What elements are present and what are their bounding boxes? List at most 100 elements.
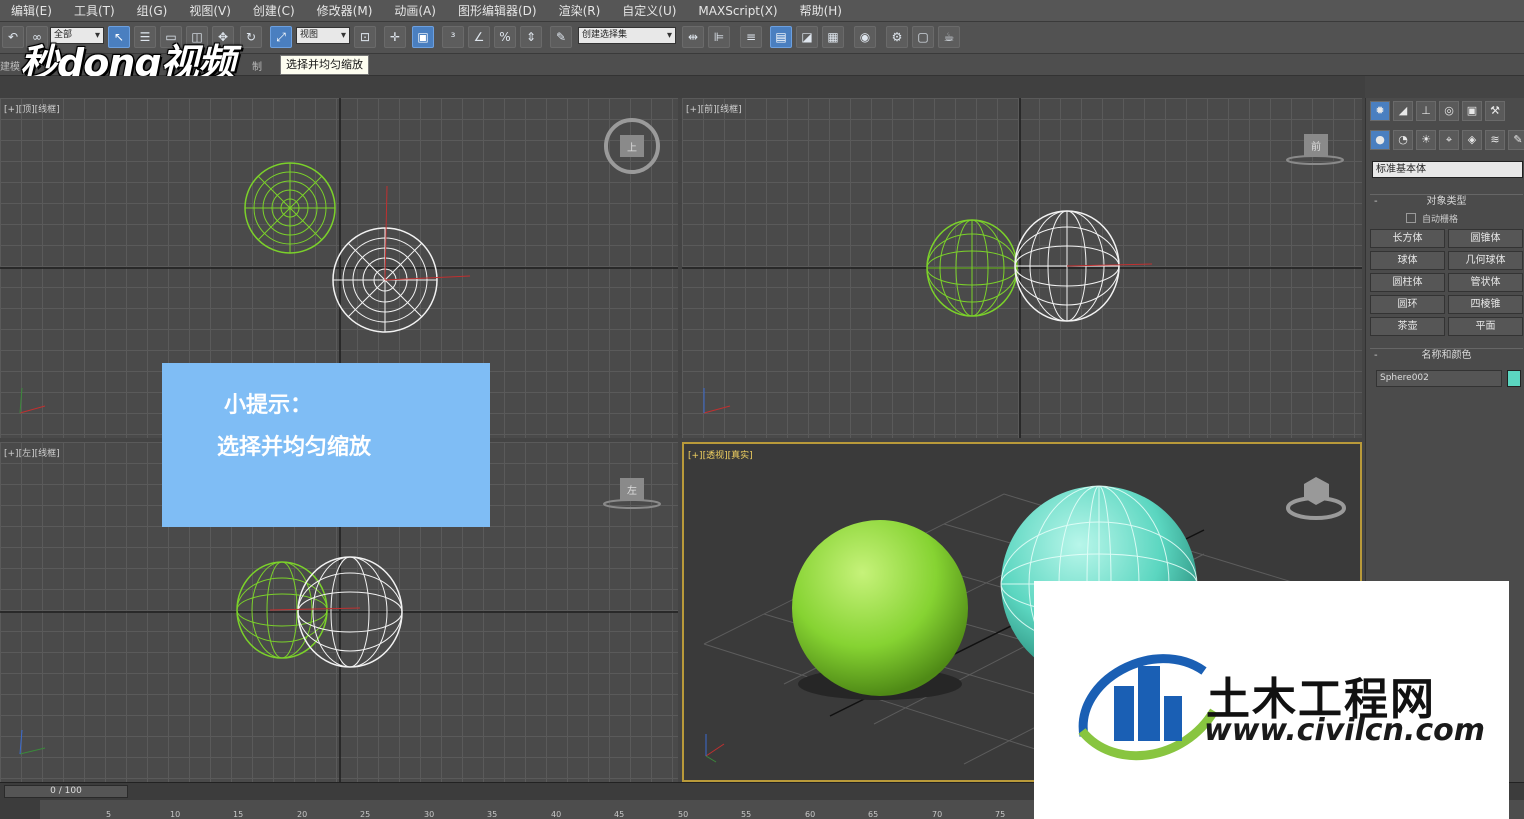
tick-label: 60 <box>805 810 816 819</box>
teapot-button[interactable]: 茶壶 <box>1370 317 1445 336</box>
graphite-tools-icon[interactable]: ▤ <box>770 26 792 48</box>
tick-label: 45 <box>614 810 625 819</box>
rendered-frame-icon[interactable]: ▢ <box>912 26 934 48</box>
viewcube-perspective[interactable] <box>1286 477 1346 520</box>
spacewarps-icon[interactable]: ≋ <box>1485 130 1505 150</box>
shapes-icon[interactable]: ◔ <box>1393 130 1413 150</box>
spinner-snap-icon[interactable]: ⇕ <box>520 26 542 48</box>
geosphere-button[interactable]: 几何球体 <box>1448 251 1523 270</box>
modify-tab-icon[interactable]: ◢ <box>1393 101 1413 121</box>
mirror-icon[interactable]: ⇹ <box>682 26 704 48</box>
sphere-button[interactable]: 球体 <box>1370 251 1445 270</box>
curve-editor-icon[interactable]: ◪ <box>796 26 818 48</box>
green-sphere-perspective[interactable] <box>792 520 968 696</box>
menu-maxscript[interactable]: MAXScript(X) <box>687 4 788 18</box>
axis-tripod-left <box>19 729 46 755</box>
green-sphere-front[interactable] <box>926 219 1018 317</box>
geometry-icon[interactable]: ● <box>1370 130 1390 150</box>
viewcube-top[interactable]: 上 <box>604 118 660 174</box>
menu-edit[interactable]: 编辑(E) <box>0 2 63 19</box>
tip-text: 选择并均匀缩放 <box>217 435 372 460</box>
edit-named-sel-icon[interactable]: ✎ <box>550 26 572 48</box>
systems-icon[interactable]: ✎ <box>1508 130 1524 150</box>
snaps-toggle-icon[interactable]: ³ <box>442 26 464 48</box>
menu-rendering[interactable]: 渲染(R) <box>548 2 612 19</box>
primitive-category-dropdown[interactable]: 标准基本体 <box>1372 161 1523 178</box>
menu-create[interactable]: 创建(C) <box>242 2 306 19</box>
align-icon[interactable]: ⊫ <box>708 26 730 48</box>
named-selection-dropdown[interactable]: 创建选择集 <box>578 27 676 44</box>
name-color-rollout-header[interactable]: 名称和颜色 <box>1370 348 1523 363</box>
lights-icon[interactable]: ☀ <box>1416 130 1436 150</box>
layer-manager-icon[interactable]: ≡ <box>740 26 762 48</box>
create-tab-icon[interactable]: ✹ <box>1370 101 1390 121</box>
torus-button[interactable]: 圆环 <box>1370 295 1445 314</box>
tube-button[interactable]: 管状体 <box>1448 273 1523 292</box>
ribbon-modeling-tab[interactable]: 建模 <box>0 58 20 73</box>
cylinder-button[interactable]: 圆柱体 <box>1370 273 1445 292</box>
green-sphere-top[interactable] <box>244 162 336 254</box>
schematic-view-icon[interactable]: ▦ <box>822 26 844 48</box>
select-rotate-icon[interactable]: ↻ <box>240 26 262 48</box>
tick-label: 55 <box>741 810 752 819</box>
menu-help[interactable]: 帮助(H) <box>789 2 853 19</box>
cameras-icon[interactable]: ⌖ <box>1439 130 1459 150</box>
pivot-center-icon[interactable]: ⊡ <box>354 26 376 48</box>
menu-animation[interactable]: 动画(A) <box>383 2 447 19</box>
tip-title: 小提示： <box>224 393 313 418</box>
keyboard-shortcut-icon[interactable]: ▣ <box>412 26 434 48</box>
utilities-tab-icon[interactable]: ⚒ <box>1485 101 1505 121</box>
white-sphere-top[interactable] <box>332 185 471 333</box>
render-production-icon[interactable]: ☕ <box>938 26 960 48</box>
box-button[interactable]: 长方体 <box>1370 229 1445 248</box>
auto-grid-checkbox[interactable]: 自动栅格 <box>1406 212 1458 225</box>
viewcube-front[interactable]: 前 <box>1286 134 1344 165</box>
axis-tripod-top <box>19 387 46 414</box>
object-name-input[interactable]: Sphere002 <box>1376 370 1502 387</box>
viewcube-left[interactable]: 左 <box>603 478 661 509</box>
render-setup-icon[interactable]: ⚙ <box>886 26 908 48</box>
tick-label: 70 <box>932 810 943 819</box>
percent-snap-icon[interactable]: % <box>494 26 516 48</box>
tick-label: 75 <box>995 810 1006 819</box>
viewport-front[interactable]: [+][前][线框] 前 <box>682 98 1362 438</box>
tooltip: 选择并均匀缩放 <box>280 55 369 75</box>
tick-label: 35 <box>487 810 498 819</box>
menu-tools[interactable]: 工具(T) <box>63 2 126 19</box>
menu-graph-editors[interactable]: 图形编辑器(D) <box>447 2 548 19</box>
hierarchy-tab-icon[interactable]: ⊥ <box>1416 101 1436 121</box>
white-sphere-front[interactable] <box>1014 210 1153 322</box>
object-color-swatch[interactable] <box>1507 370 1521 387</box>
tick-label: 50 <box>678 810 689 819</box>
material-editor-icon[interactable]: ◉ <box>854 26 876 48</box>
tick-label: 20 <box>297 810 308 819</box>
helpers-icon[interactable]: ◈ <box>1462 130 1482 150</box>
object-type-rollout-header[interactable]: 对象类型 <box>1370 194 1523 209</box>
angle-snap-icon[interactable]: ∠ <box>468 26 490 48</box>
cone-button[interactable]: 圆锥体 <box>1448 229 1523 248</box>
menu-views[interactable]: 视图(V) <box>178 2 242 19</box>
viewcube-top-face: 上 <box>627 142 637 154</box>
time-slider[interactable]: 0 / 100 <box>4 785 128 798</box>
display-tab-icon[interactable]: ▣ <box>1462 101 1482 121</box>
civilcn-url: www.civilcn.com <box>1204 713 1486 748</box>
civilcn-watermark: 土木工程网 www.civilcn.com <box>1034 581 1509 819</box>
menu-modifiers[interactable]: 修改器(M) <box>306 2 384 19</box>
select-manipulate-icon[interactable]: ✛ <box>384 26 406 48</box>
tick-label: 30 <box>424 810 435 819</box>
pyramid-button[interactable]: 四棱锥 <box>1448 295 1523 314</box>
tick-label: 5 <box>106 810 112 819</box>
tick-label: 65 <box>868 810 879 819</box>
axis-tripod-perspective <box>705 734 725 763</box>
tick-label: 25 <box>360 810 371 819</box>
tick-label: 40 <box>551 810 562 819</box>
command-panel-tabs: ✹ ◢ ⊥ ◎ ▣ ⚒ <box>1370 101 1505 123</box>
reference-coord-dropdown[interactable]: 视图 <box>296 27 350 44</box>
plane-button[interactable]: 平面 <box>1448 317 1523 336</box>
motion-tab-icon[interactable]: ◎ <box>1439 101 1459 121</box>
menu-group[interactable]: 组(G) <box>126 2 179 19</box>
ribbon-tab-fragment[interactable]: 制 <box>252 58 262 73</box>
select-uniform-scale-icon[interactable]: ⤢ <box>270 26 292 48</box>
tick-label: 15 <box>233 810 244 819</box>
menu-customize[interactable]: 自定义(U) <box>611 2 687 19</box>
